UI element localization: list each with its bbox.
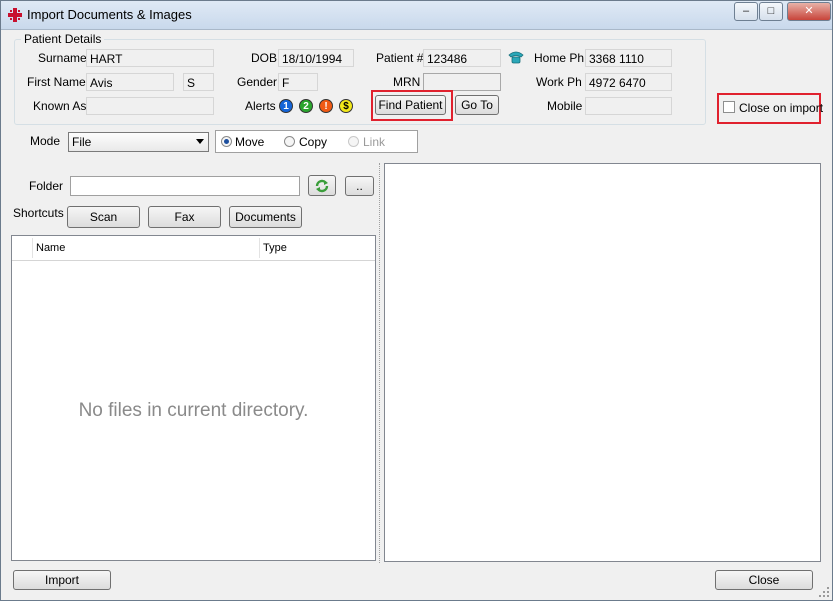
import-dialog: Import Documents & Images – □ ✕ Patient … bbox=[0, 0, 833, 601]
app-cross-icon bbox=[8, 8, 22, 22]
dob-label: DOB bbox=[251, 51, 278, 65]
gender-label: Gender bbox=[237, 75, 278, 89]
close-button[interactable]: Close bbox=[715, 570, 813, 590]
column-header-type[interactable]: Type bbox=[263, 242, 287, 254]
maximize-icon: □ bbox=[767, 5, 775, 17]
browse-button[interactable]: .. bbox=[345, 176, 374, 196]
maximize-button[interactable]: □ bbox=[759, 2, 783, 21]
known-as-label: Known As bbox=[33, 99, 87, 113]
refresh-button[interactable] bbox=[308, 175, 336, 196]
chevron-down-icon bbox=[196, 139, 204, 144]
minimize-button[interactable]: – bbox=[734, 2, 758, 21]
scan-button[interactable]: Scan bbox=[67, 206, 140, 228]
patient-details-title: Patient Details bbox=[21, 32, 105, 46]
copy-radio-label: Copy bbox=[299, 135, 328, 149]
close-icon: ✕ bbox=[804, 5, 814, 17]
file-list[interactable]: Name Type No files in current directory. bbox=[11, 235, 376, 561]
alert-warning-icon[interactable]: ! bbox=[319, 99, 333, 113]
alert-2-icon[interactable]: 2 bbox=[299, 99, 313, 113]
mode-select[interactable]: File bbox=[68, 132, 209, 152]
surname-label: Surname bbox=[38, 51, 87, 65]
pane-splitter[interactable] bbox=[379, 163, 381, 563]
patient-number-field[interactable]: 123486 bbox=[423, 49, 501, 67]
column-header-name[interactable]: Name bbox=[36, 242, 65, 254]
mode-label: Mode bbox=[30, 134, 61, 148]
folder-label: Folder bbox=[29, 179, 64, 193]
mrn-label: MRN bbox=[393, 75, 421, 89]
surname-field[interactable]: HART bbox=[86, 49, 214, 67]
move-radio-label: Move bbox=[235, 135, 265, 149]
column-separator[interactable] bbox=[32, 238, 33, 258]
dob-field[interactable]: 18/10/1994 bbox=[278, 49, 354, 67]
work-phone-label: Work Ph bbox=[536, 75, 582, 89]
mode-select-value: File bbox=[72, 135, 92, 149]
mobile-label: Mobile bbox=[547, 99, 583, 113]
empty-list-message: No files in current directory. bbox=[78, 400, 309, 421]
mrn-field[interactable] bbox=[423, 73, 501, 91]
find-patient-button[interactable]: Find Patient bbox=[375, 95, 446, 115]
move-radio[interactable] bbox=[221, 136, 232, 147]
import-button[interactable]: Import bbox=[13, 570, 111, 590]
shortcuts-label: Shortcuts bbox=[13, 206, 64, 220]
close-on-import-label: Close on import bbox=[739, 101, 824, 115]
first-name-label: First Name bbox=[27, 75, 86, 89]
gender-field[interactable]: F bbox=[278, 73, 318, 91]
documents-button[interactable]: Documents bbox=[229, 206, 302, 228]
title-bar: Import Documents & Images – □ ✕ bbox=[1, 1, 832, 30]
alerts-label: Alerts bbox=[245, 99, 276, 113]
folder-input[interactable] bbox=[70, 176, 300, 196]
fax-button[interactable]: Fax bbox=[148, 206, 221, 228]
link-radio[interactable] bbox=[348, 136, 359, 147]
goto-button[interactable]: Go To bbox=[455, 95, 499, 115]
patient-number-label: Patient # bbox=[376, 51, 424, 65]
mobile-field[interactable] bbox=[585, 97, 672, 115]
home-phone-field[interactable]: 3368 1110 bbox=[585, 49, 672, 67]
first-name-field[interactable]: Avis bbox=[86, 73, 174, 91]
alert-dollar-icon[interactable]: $ bbox=[339, 99, 353, 113]
refresh-icon bbox=[315, 179, 329, 193]
close-on-import-checkbox[interactable] bbox=[723, 101, 735, 113]
phone-icon[interactable] bbox=[507, 49, 525, 65]
column-separator[interactable] bbox=[259, 238, 260, 258]
window-title: Import Documents & Images bbox=[27, 7, 192, 22]
initial-field[interactable]: S bbox=[183, 73, 214, 91]
preview-pane bbox=[384, 163, 821, 562]
file-list-header: Name Type bbox=[12, 236, 375, 261]
known-as-field[interactable] bbox=[86, 97, 214, 115]
home-phone-label: Home Ph bbox=[534, 51, 585, 65]
mode-radio-group: Move Copy Link bbox=[215, 130, 418, 153]
copy-radio[interactable] bbox=[284, 136, 295, 147]
minimize-icon: – bbox=[742, 5, 750, 17]
close-window-button[interactable]: ✕ bbox=[787, 2, 831, 21]
link-radio-label: Link bbox=[363, 135, 386, 149]
alert-1-icon[interactable]: 1 bbox=[279, 99, 293, 113]
resize-grip-icon[interactable] bbox=[818, 586, 830, 598]
work-phone-field[interactable]: 4972 6470 bbox=[585, 73, 672, 91]
